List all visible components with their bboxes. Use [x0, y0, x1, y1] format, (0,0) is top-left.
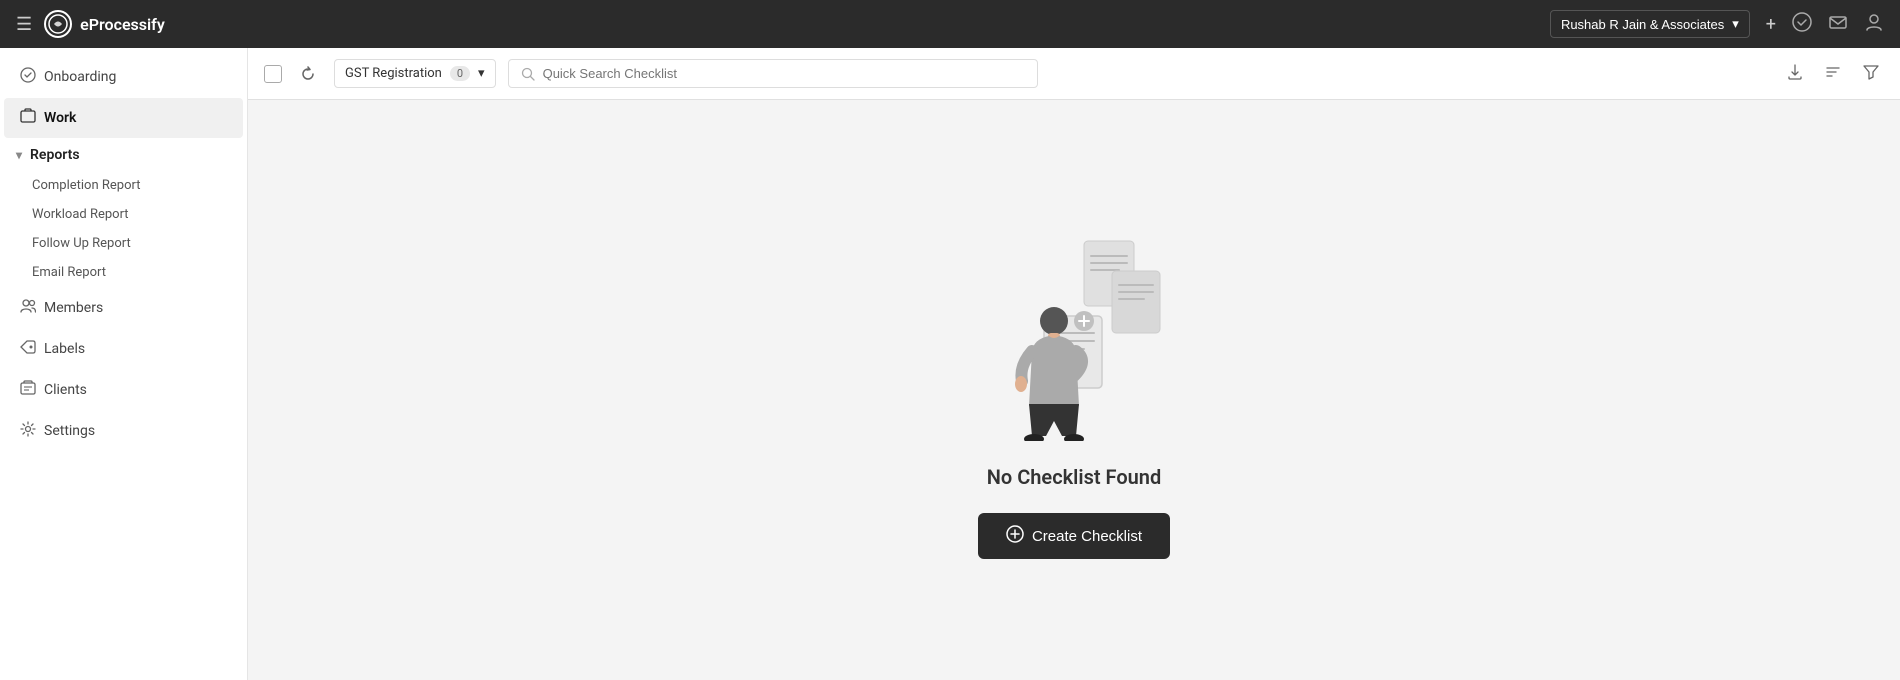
sidebar-item-labels-label: Labels	[44, 341, 85, 357]
labels-icon	[20, 339, 36, 359]
create-checklist-button[interactable]: Create Checklist	[978, 513, 1170, 559]
create-checklist-label: Create Checklist	[1032, 528, 1142, 545]
sidebar-item-members-label: Members	[44, 300, 103, 316]
top-navbar: ☰ eProcessify Rushab R Jain & Associates…	[0, 0, 1900, 48]
reports-chevron-icon: ▾	[16, 148, 22, 162]
sidebar-item-settings[interactable]: Settings	[4, 411, 243, 451]
settings-icon	[20, 421, 36, 441]
onboarding-icon	[20, 67, 36, 87]
sidebar: Onboarding Work ▾ Reports Completion Rep…	[0, 48, 248, 680]
work-icon	[20, 108, 36, 128]
search-bar[interactable]	[508, 59, 1038, 88]
user-icon[interactable]	[1864, 12, 1884, 37]
filter-icon[interactable]	[1858, 59, 1884, 89]
sidebar-reports-label: Reports	[30, 147, 80, 163]
org-chevron-icon: ▾	[1732, 16, 1739, 32]
sidebar-item-workload-report[interactable]: Workload Report	[0, 200, 247, 229]
search-icon	[521, 67, 535, 81]
search-input[interactable]	[543, 66, 1025, 81]
sidebar-item-onboarding[interactable]: Onboarding	[4, 57, 243, 97]
app-body: Onboarding Work ▾ Reports Completion Rep…	[0, 48, 1900, 680]
empty-title: No Checklist Found	[987, 465, 1162, 489]
clients-icon	[20, 380, 36, 400]
toolbar: GST Registration 0 ▾	[248, 48, 1900, 100]
hamburger-icon[interactable]: ☰	[16, 14, 32, 35]
brand-logo	[44, 10, 72, 38]
refresh-button[interactable]	[294, 60, 322, 88]
export-icon[interactable]	[1782, 59, 1808, 89]
sidebar-reports-header[interactable]: ▾ Reports	[0, 139, 247, 171]
sidebar-item-members[interactable]: Members	[4, 288, 243, 328]
sidebar-item-onboarding-label: Onboarding	[44, 69, 116, 85]
sort-icon[interactable]	[1820, 59, 1846, 89]
sidebar-item-work-label: Work	[44, 110, 76, 126]
org-selector[interactable]: Rushab R Jain & Associates ▾	[1550, 10, 1750, 38]
select-all-checkbox[interactable]	[264, 65, 282, 83]
sidebar-item-work[interactable]: Work	[4, 98, 243, 138]
work-type-label: GST Registration	[345, 66, 442, 81]
members-icon	[20, 298, 36, 318]
sidebar-item-completion-report[interactable]: Completion Report	[0, 171, 247, 200]
create-checklist-icon	[1006, 525, 1024, 547]
dropdown-chevron-icon: ▾	[478, 66, 485, 81]
work-type-dropdown[interactable]: GST Registration 0 ▾	[334, 59, 496, 88]
check-icon[interactable]	[1792, 12, 1812, 37]
sidebar-item-followup-report[interactable]: Follow Up Report	[0, 229, 247, 258]
brand-name: eProcessify	[80, 15, 165, 34]
sidebar-item-clients[interactable]: Clients	[4, 370, 243, 410]
sidebar-item-clients-label: Clients	[44, 382, 87, 398]
sidebar-item-settings-label: Settings	[44, 423, 95, 439]
main-content: GST Registration 0 ▾	[248, 48, 1900, 680]
empty-state: No Checklist Found Create Checklist	[248, 100, 1900, 680]
sidebar-item-email-report[interactable]: Email Report	[0, 258, 247, 287]
org-name: Rushab R Jain & Associates	[1561, 17, 1724, 32]
empty-illustration	[964, 221, 1184, 441]
add-icon[interactable]: +	[1766, 14, 1776, 35]
work-type-badge: 0	[450, 66, 470, 81]
brand: eProcessify	[44, 10, 165, 38]
mail-icon[interactable]	[1828, 12, 1848, 37]
sidebar-item-labels[interactable]: Labels	[4, 329, 243, 369]
